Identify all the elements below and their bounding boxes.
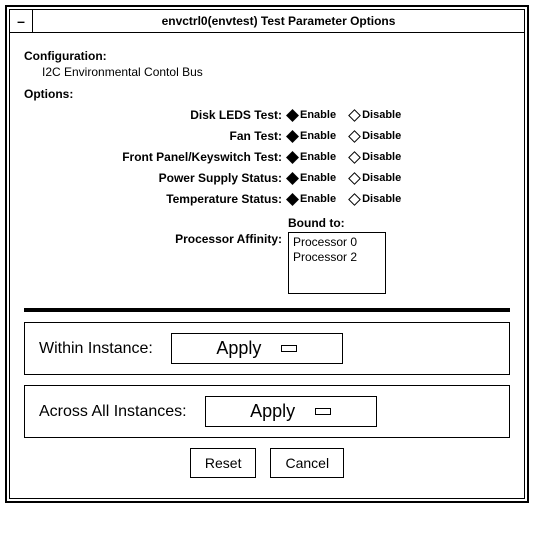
radio-label: Disable: [362, 109, 401, 121]
diamond-icon: [348, 193, 361, 206]
diamond-icon: [286, 193, 299, 206]
radio-label: Enable: [300, 130, 336, 142]
radio-enable-fan[interactable]: Enable: [288, 130, 336, 142]
content-area: Configuration: I2C Environmental Contol …: [10, 33, 524, 498]
reset-button[interactable]: Reset: [190, 448, 257, 478]
across-apply-button[interactable]: Apply: [205, 396, 377, 427]
system-menu-button[interactable]: –: [10, 10, 33, 32]
cancel-button[interactable]: Cancel: [270, 448, 344, 478]
configuration-value: I2C Environmental Contol Bus: [42, 65, 510, 79]
options-heading: Options:: [24, 87, 510, 101]
separator: [24, 308, 510, 312]
option-label: Temperature Status:: [24, 192, 288, 206]
option-row-disk-leds: Disk LEDS Test: Enable Disable: [24, 108, 510, 122]
option-row-temperature: Temperature Status: Enable Disable: [24, 192, 510, 206]
diamond-icon: [286, 109, 299, 122]
affinity-label: Processor Affinity:: [24, 232, 288, 246]
option-label: Disk LEDS Test:: [24, 108, 288, 122]
radio-disable-fan[interactable]: Disable: [350, 130, 401, 142]
option-label: Fan Test:: [24, 129, 288, 143]
option-label: Power Supply Status:: [24, 171, 288, 185]
titlebar: – envctrl0(envtest) Test Parameter Optio…: [10, 10, 524, 33]
option-row-fan: Fan Test: Enable Disable: [24, 129, 510, 143]
diamond-icon: [348, 130, 361, 143]
bound-to-heading: Bound to:: [288, 216, 386, 230]
radio-enable-front-panel[interactable]: Enable: [288, 151, 336, 163]
diamond-icon: [348, 151, 361, 164]
across-instances-label: Across All Instances:: [39, 403, 187, 421]
list-item[interactable]: Processor 0: [293, 235, 381, 250]
diamond-icon: [286, 151, 299, 164]
radio-label: Enable: [300, 151, 336, 163]
list-item[interactable]: Processor 2: [293, 250, 381, 265]
button-label: Apply: [216, 338, 261, 359]
inner-frame: – envctrl0(envtest) Test Parameter Optio…: [9, 9, 525, 499]
diamond-icon: [348, 109, 361, 122]
menu-indicator-icon: [281, 345, 297, 352]
configuration-heading: Configuration:: [24, 49, 510, 63]
radio-enable-power-supply[interactable]: Enable: [288, 172, 336, 184]
bottom-button-row: Reset Cancel: [24, 448, 510, 478]
radio-enable-disk-leds[interactable]: Enable: [288, 109, 336, 121]
option-row-front-panel: Front Panel/Keyswitch Test: Enable Disab…: [24, 150, 510, 164]
diamond-icon: [348, 172, 361, 185]
diamond-icon: [286, 172, 299, 185]
within-apply-button[interactable]: Apply: [171, 333, 343, 364]
radio-disable-front-panel[interactable]: Disable: [350, 151, 401, 163]
processor-affinity-row: Processor Affinity: Bound to: Processor …: [24, 216, 510, 294]
option-label: Front Panel/Keyswitch Test:: [24, 150, 288, 164]
within-instance-label: Within Instance:: [39, 340, 153, 358]
button-label: Apply: [250, 401, 295, 422]
across-instances-panel: Across All Instances: Apply: [24, 385, 510, 438]
affinity-listbox[interactable]: Processor 0 Processor 2: [288, 232, 386, 294]
diamond-icon: [286, 130, 299, 143]
radio-label: Disable: [362, 193, 401, 205]
radio-label: Enable: [300, 193, 336, 205]
radio-label: Enable: [300, 109, 336, 121]
radio-disable-disk-leds[interactable]: Disable: [350, 109, 401, 121]
menu-indicator-icon: [315, 408, 331, 415]
window-frame: – envctrl0(envtest) Test Parameter Optio…: [5, 5, 529, 503]
radio-enable-temperature[interactable]: Enable: [288, 193, 336, 205]
within-instance-panel: Within Instance: Apply: [24, 322, 510, 375]
radio-disable-temperature[interactable]: Disable: [350, 193, 401, 205]
radio-label: Disable: [362, 151, 401, 163]
radio-label: Disable: [362, 130, 401, 142]
window-title: envctrl0(envtest) Test Parameter Options: [33, 14, 524, 28]
option-row-power-supply: Power Supply Status: Enable Disable: [24, 171, 510, 185]
radio-disable-power-supply[interactable]: Disable: [350, 172, 401, 184]
radio-label: Disable: [362, 172, 401, 184]
radio-label: Enable: [300, 172, 336, 184]
